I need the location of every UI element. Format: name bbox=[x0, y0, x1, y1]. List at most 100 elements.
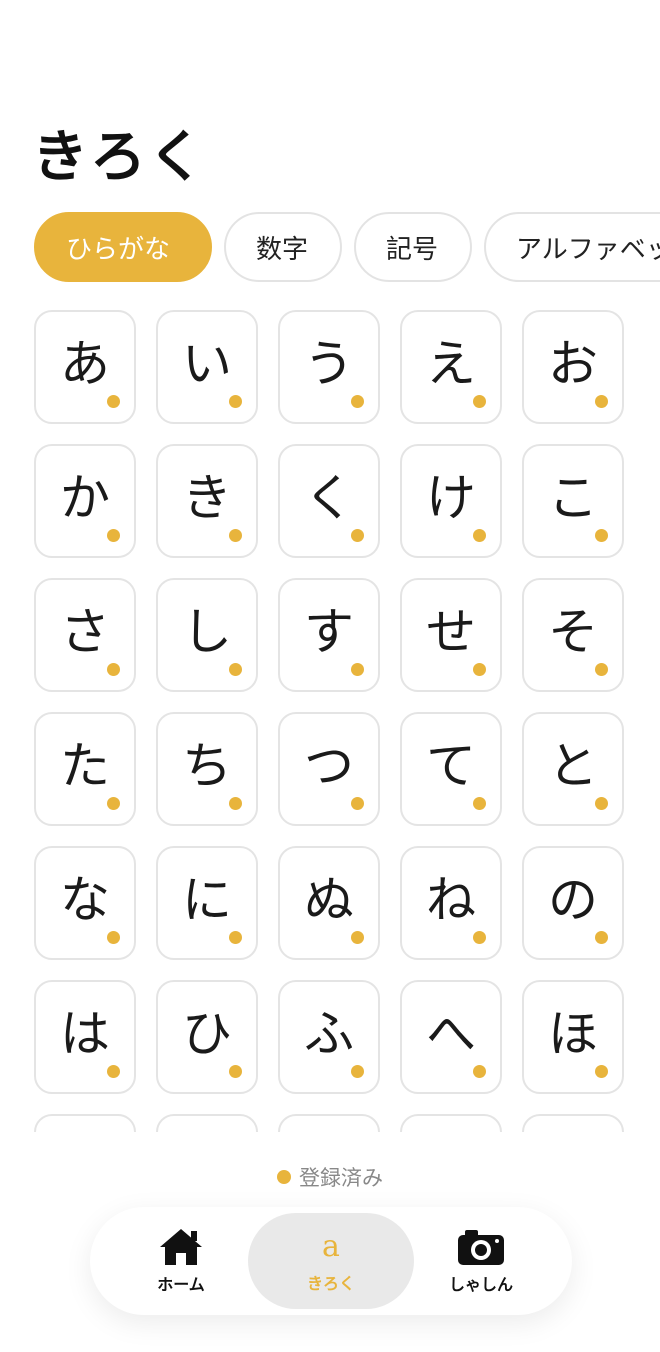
nav-photos[interactable]: しゃしん bbox=[398, 1213, 564, 1309]
character-glyph: ふ bbox=[304, 1005, 354, 1063]
character-glyph: に bbox=[182, 871, 232, 929]
character-tile[interactable]: ち bbox=[156, 712, 258, 826]
tab-alphabet[interactable]: アルファベット bbox=[484, 212, 660, 282]
character-glyph: ひ bbox=[182, 1005, 232, 1063]
character-tile[interactable]: か bbox=[34, 444, 136, 558]
character-tile[interactable]: は bbox=[34, 980, 136, 1094]
character-tile[interactable]: ね bbox=[400, 846, 502, 960]
character-tile[interactable]: い bbox=[156, 310, 258, 424]
character-tile[interactable] bbox=[156, 1114, 258, 1132]
page-title: きろく bbox=[32, 125, 206, 190]
character-tile[interactable]: た bbox=[34, 712, 136, 826]
registered-dot-icon bbox=[473, 1065, 486, 1078]
character-tile[interactable] bbox=[278, 1114, 380, 1132]
registered-dot-icon bbox=[229, 1065, 242, 1078]
character-glyph: く bbox=[304, 469, 354, 527]
legend-label: 登録済み bbox=[299, 1166, 383, 1190]
bottom-navigation: ホーム a きろく しゃしん bbox=[90, 1207, 572, 1315]
character-tile[interactable]: の bbox=[522, 846, 624, 960]
registered-dot-icon bbox=[229, 663, 242, 676]
nav-label: しゃしん bbox=[448, 1275, 513, 1294]
character-tile[interactable]: に bbox=[156, 846, 258, 960]
registered-dot-icon bbox=[473, 797, 486, 810]
character-glyph: へ bbox=[426, 1005, 476, 1063]
character-glyph: の bbox=[548, 871, 598, 929]
hiragana-a-icon: a bbox=[322, 1229, 340, 1264]
character-tile[interactable]: ひ bbox=[156, 980, 258, 1094]
character-tile[interactable]: お bbox=[522, 310, 624, 424]
character-tile[interactable] bbox=[522, 1114, 624, 1132]
registered-dot-icon bbox=[107, 395, 120, 408]
character-glyph: た bbox=[60, 737, 110, 795]
character-tile[interactable]: け bbox=[400, 444, 502, 558]
character-grid: あ い う え おか き く け こさ し す せ そた ち つ て とな に ぬ ね のは ひ ふ へ ほ bbox=[0, 310, 660, 1132]
character-tile[interactable]: え bbox=[400, 310, 502, 424]
character-tile[interactable]: せ bbox=[400, 578, 502, 692]
nav-label: ホーム bbox=[157, 1275, 205, 1294]
nav-records[interactable]: a きろく bbox=[248, 1213, 414, 1309]
home-icon bbox=[160, 1229, 202, 1265]
registered-dot-icon bbox=[473, 395, 486, 408]
registered-dot-icon bbox=[351, 395, 364, 408]
registered-dot-icon bbox=[107, 797, 120, 810]
tab-label: 数字 bbox=[256, 234, 309, 265]
registered-dot-icon bbox=[595, 797, 608, 810]
nav-label: きろく bbox=[306, 1274, 355, 1293]
registered-dot-icon bbox=[595, 1065, 608, 1078]
character-tile[interactable]: し bbox=[156, 578, 258, 692]
character-tile[interactable]: う bbox=[278, 310, 380, 424]
character-tile[interactable]: へ bbox=[400, 980, 502, 1094]
character-tile[interactable]: く bbox=[278, 444, 380, 558]
character-glyph: こ bbox=[548, 469, 598, 527]
tab-symbols[interactable]: 記号 bbox=[354, 212, 472, 282]
character-glyph: ち bbox=[182, 737, 232, 795]
character-tile[interactable]: そ bbox=[522, 578, 624, 692]
character-glyph: え bbox=[426, 335, 476, 393]
tab-label: 記号 bbox=[386, 234, 439, 265]
nav-home[interactable]: ホーム bbox=[98, 1213, 264, 1309]
registered-dot-icon bbox=[229, 529, 242, 542]
registered-dot-icon bbox=[229, 931, 242, 944]
character-glyph: そ bbox=[548, 603, 598, 661]
character-glyph: け bbox=[426, 469, 476, 527]
registered-dot-icon bbox=[595, 395, 608, 408]
character-tile[interactable]: つ bbox=[278, 712, 380, 826]
tab-hiragana[interactable]: ひらがな bbox=[34, 212, 212, 282]
character-glyph: さ bbox=[60, 603, 110, 661]
character-tile[interactable]: ふ bbox=[278, 980, 380, 1094]
character-tile[interactable]: さ bbox=[34, 578, 136, 692]
character-glyph: せ bbox=[426, 603, 476, 661]
character-glyph: か bbox=[60, 469, 110, 527]
character-tile[interactable]: て bbox=[400, 712, 502, 826]
registered-dot-icon bbox=[107, 931, 120, 944]
character-tile[interactable]: と bbox=[522, 712, 624, 826]
character-tile[interactable] bbox=[400, 1114, 502, 1132]
character-tile[interactable] bbox=[34, 1114, 136, 1132]
character-glyph: ほ bbox=[548, 1005, 598, 1063]
tab-label: アルファベット bbox=[516, 234, 660, 265]
tab-label: ひらがな bbox=[66, 234, 171, 265]
character-tile[interactable]: な bbox=[34, 846, 136, 960]
character-glyph: い bbox=[182, 335, 232, 393]
registered-dot-icon bbox=[595, 663, 608, 676]
character-glyph: ぬ bbox=[304, 871, 354, 929]
registered-dot-icon bbox=[107, 529, 120, 542]
character-tile[interactable]: き bbox=[156, 444, 258, 558]
tab-numbers[interactable]: 数字 bbox=[224, 212, 342, 282]
character-tile[interactable]: す bbox=[278, 578, 380, 692]
character-glyph: す bbox=[304, 603, 354, 661]
registered-dot-icon bbox=[473, 663, 486, 676]
character-glyph: ね bbox=[426, 871, 476, 929]
registered-dot-icon bbox=[351, 529, 364, 542]
character-tile[interactable]: ぬ bbox=[278, 846, 380, 960]
legend: 登録済み bbox=[0, 1162, 660, 1192]
registered-dot-icon bbox=[229, 395, 242, 408]
character-tile[interactable]: こ bbox=[522, 444, 624, 558]
character-glyph: と bbox=[548, 737, 598, 795]
character-tile[interactable]: ほ bbox=[522, 980, 624, 1094]
registered-dot-icon bbox=[351, 797, 364, 810]
camera-icon bbox=[458, 1230, 504, 1265]
character-tile[interactable]: あ bbox=[34, 310, 136, 424]
registered-dot-icon bbox=[473, 931, 486, 944]
character-glyph: し bbox=[182, 603, 232, 661]
